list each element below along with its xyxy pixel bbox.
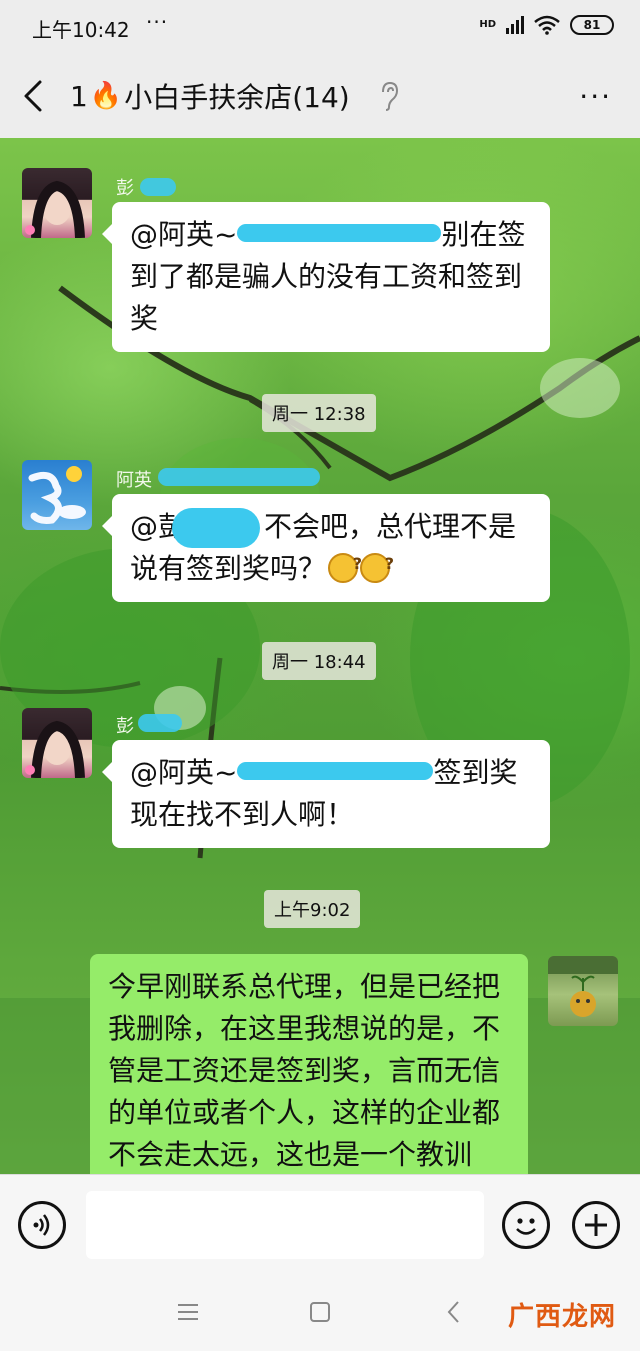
message-text: 今早刚联系总代理，但是已经把我删除，在这里我想说的是，不管是工资还是签到奖，言而… [108,970,501,1171]
message-bubble[interactable]: @阿英~ 签到奖现在找不到人啊！ [102,740,550,848]
sender-name: 彭 [116,178,134,199]
battery-icon: 81 [570,15,614,35]
message-bubble[interactable]: @阿英~ 别在签到了都是骗人的没有工资和签到奖 [102,202,550,352]
confused-emoji-icon [360,543,394,585]
redaction [158,468,320,486]
redaction [237,224,442,242]
group-name: 小白手扶余店(14) [124,81,350,114]
message-input[interactable] [86,1191,484,1259]
ear-icon [382,81,399,111]
message-bubble[interactable]: @彭 不会吧，总代理不是说有签到奖吗？ [102,494,550,602]
redaction [138,714,182,732]
wifi-icon [534,15,560,35]
message-text: @阿英~ [130,756,238,789]
chat-area: 彭 @阿英~ 别在签到了都是骗人的没有工资和签到奖 周一 12:38 阿英 @彭不… [0,138,640,1174]
chat-title: 1 🔥 小白手扶余店(14) [70,76,350,116]
voice-icon[interactable] [18,1201,66,1249]
message-text: @阿英~ [130,218,238,251]
home-icon[interactable] [310,1302,330,1322]
status-bar: 上午10:42 ··· HD 81 [0,0,640,56]
input-bar [0,1174,640,1274]
avatar-peng[interactable] [22,168,92,238]
time-stamp: 上午9:02 [264,890,361,928]
avatar-aying[interactable] [22,460,92,530]
nav-back-icon[interactable] [446,1300,462,1324]
avatar-peng[interactable] [22,708,92,778]
status-time: 上午10:42 [32,18,130,42]
chat-header: 1 🔥 小白手扶余店(14) ··· [0,56,640,138]
menu-icon[interactable] [178,1304,198,1325]
more-options-icon[interactable]: ··· [579,80,612,113]
redaction [140,178,176,196]
confused-emoji-icon [328,543,362,585]
hd-icon: HD [479,19,496,30]
sender-name: 彭 [116,716,134,737]
redaction [237,762,434,780]
redaction [172,508,261,548]
title-prefix: 1 [70,79,88,113]
status-more-icon: ··· [146,10,169,34]
back-icon[interactable] [20,78,50,114]
system-nav-bar: 广西龙网 [0,1274,640,1351]
fire-icon: 🔥 [89,81,123,111]
watermark: 广西龙网 [508,1302,617,1332]
sender-name: 阿英 [116,470,152,491]
plus-icon[interactable] [572,1201,620,1249]
time-stamp: 周一 18:44 [262,642,376,680]
time-stamp: 周一 12:38 [262,394,376,432]
emoji-icon[interactable] [502,1201,550,1249]
signal-icon [506,16,524,34]
avatar-self[interactable] [548,956,618,1026]
message-bubble-own[interactable]: 今早刚联系总代理，但是已经把我删除，在这里我想说的是，不管是工资还是签到奖，言而… [90,954,528,1174]
